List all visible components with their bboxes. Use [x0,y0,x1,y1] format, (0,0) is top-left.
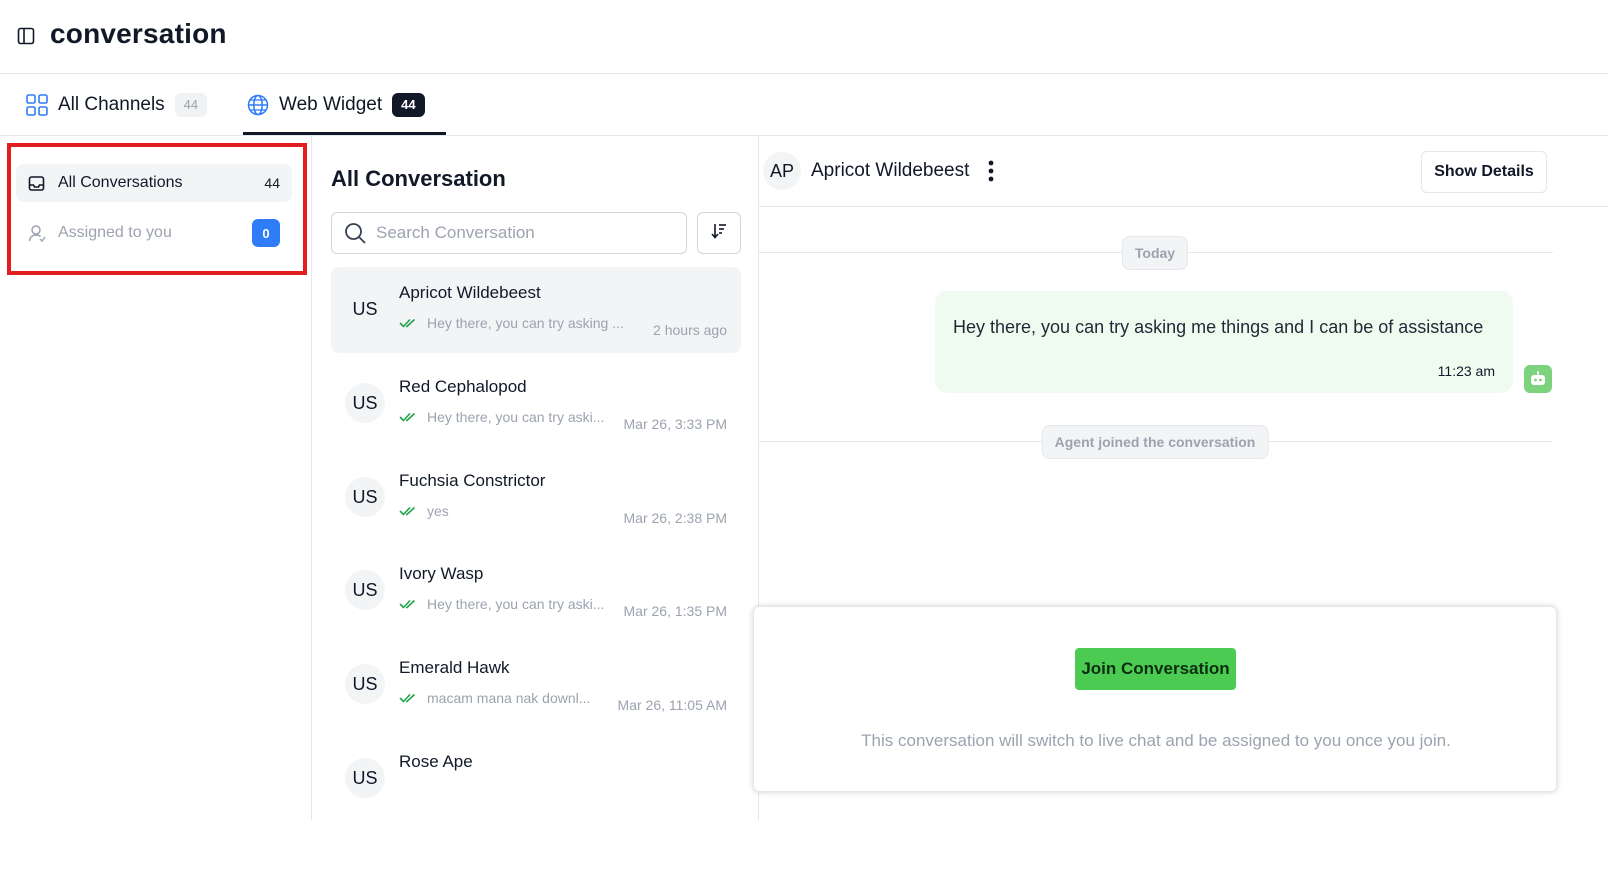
chat-contact-name: Apricot Wildebeest [811,160,970,181]
more-options-icon[interactable] [981,156,1001,186]
avatar: US [345,477,385,517]
filter-label: All Conversations [58,174,183,191]
chat-header: AP Apricot Wildebeest Show Details [759,136,1608,207]
avatar: US [345,383,385,423]
user-icon [28,224,46,242]
tab-label: Web Widget [279,94,383,115]
conversation-time: Mar 26, 1:35 PM [623,603,728,619]
double-check-icon [399,597,417,609]
avatar: US [345,758,385,798]
conversation-preview: Hey there, you can try aski... [427,409,605,425]
conversation-time: Mar 26, 11:05 AM [617,697,727,713]
conversation-name: Rose Ape [399,752,473,771]
conversation-preview: Hey there, you can try aski... [427,596,605,612]
conversation-item[interactable]: US Apricot Wildebeest Hey there, you can… [331,267,741,353]
robot-icon [1524,365,1552,393]
search-icon [344,222,366,244]
tab-label: All Channels [58,94,165,115]
double-check-icon [399,691,417,703]
conversation-item[interactable]: US Red Cephalopod Hey there, you can try… [331,361,741,447]
conversation-time: Mar 26, 2:38 PM [623,510,728,526]
search-box [331,212,687,254]
conversation-time: Mar 26, 3:33 PM [623,416,728,432]
conversation-name: Red Cephalopod [399,377,527,396]
tab-count-badge: 44 [174,93,208,117]
sidebar-panel-icon[interactable] [17,27,35,45]
conversation-item[interactable]: US Rose Ape [331,736,741,820]
conversation-name: Fuchsia Constrictor [399,471,546,490]
filter-assigned-to-you[interactable]: Assigned to you 0 [16,214,292,252]
conversation-preview: macam mana nak downl... [427,690,591,706]
active-tab-indicator [243,132,446,135]
conversation-time: 2 hours ago [653,322,727,338]
conversation-name: Emerald Hawk [399,658,510,677]
globe-icon [247,94,269,116]
join-conversation-card: Join Conversation This conversation will… [753,606,1557,792]
conversation-list-panel: All Conversation US Apricot Wildebeest H… [312,136,759,820]
filter-count: 44 [264,175,280,191]
double-check-icon [399,504,417,516]
conversation-preview: Hey there, you can try asking ... [427,315,624,331]
sort-icon [710,222,728,245]
search-input[interactable] [376,223,674,243]
tab-count-badge: 44 [392,93,425,117]
join-conversation-button[interactable]: Join Conversation [1075,648,1236,690]
date-divider: Today [1121,236,1189,270]
event-divider: Agent joined the conversation [1041,425,1269,459]
double-check-icon [399,410,417,422]
double-check-icon [399,316,417,328]
tab-web-widget[interactable]: Web Widget 44 [247,74,425,136]
assigned-count-badge: 0 [252,219,280,247]
tab-all-channels[interactable]: All Channels 44 [26,74,208,136]
show-details-button[interactable]: Show Details [1421,151,1547,193]
filter-label: Assigned to you [58,224,172,241]
conversation-item[interactable]: US Fuchsia Constrictor yes Mar 26, 2:38 … [331,455,741,541]
message-text: Hey there, you can try asking me things … [953,317,1484,337]
conversation-item[interactable]: US Ivory Wasp Hey there, you can try ask… [331,548,741,634]
avatar: US [345,570,385,610]
inbox-icon [28,174,46,192]
avatar: US [345,289,385,329]
avatar: US [345,664,385,704]
conversation-preview: yes [427,503,449,519]
chat-panel: AP Apricot Wildebeest Show Details Today… [753,136,1608,820]
conversation-item[interactable]: US Emerald Hawk macam mana nak downl... … [331,642,741,728]
channel-tabs: All Channels 44 Web Widget 44 [0,74,1608,136]
page-title: conversation [50,18,227,49]
list-title: All Conversation [331,166,506,191]
top-bar: conversation [0,0,1608,74]
avatar: AP [763,152,801,190]
sort-button[interactable] [697,212,741,254]
conversation-name: Apricot Wildebeest [399,283,541,302]
message-time: 11:23 am [1437,363,1495,379]
grid-icon [26,94,48,116]
conversation-name: Ivory Wasp [399,564,484,583]
message-bubble: Hey there, you can try asking me things … [935,291,1513,393]
join-note: This conversation will switch to live ch… [861,731,1451,750]
filter-all-conversations[interactable]: All Conversations 44 [16,164,292,202]
